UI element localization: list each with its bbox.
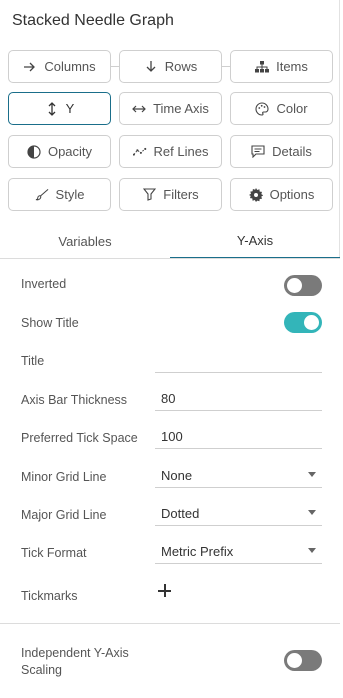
filters-button[interactable]: Filters bbox=[119, 178, 222, 211]
opacity-button[interactable]: Opacity bbox=[8, 135, 111, 168]
hierarchy-icon bbox=[255, 60, 270, 74]
tab-bar: Variables Y-Axis bbox=[0, 223, 340, 259]
y-button[interactable]: Y bbox=[8, 92, 111, 125]
ref-lines-label: Ref Lines bbox=[153, 144, 209, 159]
opacity-label: Opacity bbox=[47, 144, 93, 159]
columns-button[interactable]: Columns bbox=[8, 50, 111, 83]
columns-label: Columns bbox=[44, 59, 96, 74]
major-grid-line-select[interactable]: Dotted bbox=[155, 501, 322, 526]
options-label: Options bbox=[269, 187, 315, 202]
details-label: Details bbox=[272, 144, 312, 159]
horizontal-arrows-icon bbox=[132, 102, 146, 116]
color-label: Color bbox=[276, 101, 308, 116]
rows-button[interactable]: Rows bbox=[119, 50, 222, 83]
tab-variables[interactable]: Variables bbox=[0, 223, 170, 259]
tab-y-axis[interactable]: Y-Axis bbox=[170, 223, 340, 259]
arrow-down-icon bbox=[144, 60, 158, 74]
arrow-right-icon bbox=[23, 60, 37, 74]
minor-grid-line-value: None bbox=[161, 467, 193, 483]
opacity-icon bbox=[27, 144, 41, 159]
palette-icon bbox=[255, 101, 270, 116]
gear-icon bbox=[248, 187, 263, 202]
add-tickmark-icon[interactable] bbox=[157, 583, 173, 599]
filter-icon bbox=[142, 188, 156, 202]
brush-icon bbox=[35, 188, 49, 202]
major-grid-line-value: Dotted bbox=[161, 505, 200, 521]
axis-bar-thickness-label: Axis Bar Thickness bbox=[21, 393, 128, 407]
title-label: Title bbox=[21, 354, 45, 368]
independent-scaling-label-line1: Independent Y-Axis bbox=[21, 646, 129, 660]
independent-scaling-label: Independent Y-Axis Scaling bbox=[21, 645, 129, 679]
tick-format-select[interactable]: Metric Prefix bbox=[155, 539, 322, 564]
items-button[interactable]: Items bbox=[230, 50, 333, 83]
title-input[interactable] bbox=[155, 348, 322, 373]
options-button[interactable]: Options bbox=[230, 178, 333, 211]
details-button[interactable]: Details bbox=[230, 135, 333, 168]
preferred-tick-space-label: Preferred Tick Space bbox=[21, 431, 138, 445]
minor-grid-line-label: Minor Grid Line bbox=[21, 470, 107, 484]
time-axis-label: Time Axis bbox=[153, 101, 209, 116]
show-title-label: Show Title bbox=[21, 316, 79, 330]
time-axis-button[interactable]: Time Axis bbox=[119, 92, 222, 125]
filters-label: Filters bbox=[163, 187, 199, 202]
style-button[interactable]: Style bbox=[8, 178, 111, 211]
axis-bar-thickness-input[interactable]: 80 bbox=[155, 386, 322, 411]
major-grid-line-label: Major Grid Line bbox=[21, 508, 107, 522]
chevron-down-icon bbox=[308, 548, 316, 553]
show-title-toggle[interactable] bbox=[284, 312, 322, 333]
ref-lines-button[interactable]: Ref Lines bbox=[119, 135, 222, 168]
tick-format-label: Tick Format bbox=[21, 546, 87, 560]
inverted-toggle[interactable] bbox=[284, 275, 322, 296]
tick-format-value: Metric Prefix bbox=[161, 543, 234, 559]
chevron-down-icon bbox=[308, 510, 316, 515]
color-button[interactable]: Color bbox=[230, 92, 333, 125]
independent-scaling-toggle[interactable] bbox=[284, 650, 322, 671]
toggle-knob bbox=[304, 315, 319, 330]
comment-icon bbox=[251, 145, 265, 159]
style-label: Style bbox=[55, 187, 85, 202]
toggle-knob bbox=[287, 653, 302, 668]
items-label: Items bbox=[276, 59, 308, 74]
inverted-label: Inverted bbox=[21, 277, 67, 291]
rows-label: Rows bbox=[164, 59, 198, 74]
minor-grid-line-select[interactable]: None bbox=[155, 463, 322, 488]
tickmarks-label: Tickmarks bbox=[21, 589, 78, 603]
chevron-down-icon bbox=[308, 472, 316, 477]
properties-panel: Stacked Needle Graph Columns Rows Items … bbox=[0, 0, 340, 698]
independent-scaling-label-line2: Scaling bbox=[21, 663, 62, 677]
toggle-knob bbox=[287, 278, 302, 293]
y-label: Y bbox=[65, 101, 75, 116]
ref-lines-icon bbox=[132, 145, 147, 159]
y-axis-settings: Inverted Show Title Title Axis Bar Thick… bbox=[0, 259, 340, 698]
section-divider bbox=[0, 623, 340, 624]
vertical-arrows-icon bbox=[45, 101, 59, 116]
preferred-tick-space-input[interactable]: 100 bbox=[155, 424, 322, 449]
panel-title: Stacked Needle Graph bbox=[12, 12, 174, 29]
